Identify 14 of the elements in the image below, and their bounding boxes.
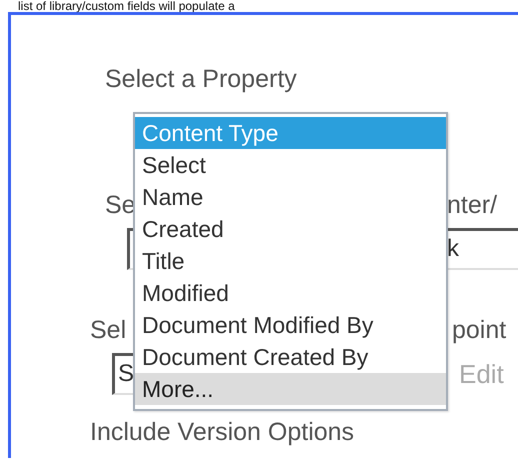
dropdown-option[interactable]: Modified [135, 277, 446, 309]
dropdown-option[interactable]: More... [135, 373, 446, 405]
field-label: nter/ [447, 190, 498, 221]
field-label: Se [105, 190, 136, 221]
dropdown-option[interactable]: Select [135, 149, 446, 181]
field-label: Sel [90, 315, 126, 346]
dropdown-option[interactable]: Created [135, 213, 446, 245]
dropdown-option[interactable]: Title [135, 245, 446, 277]
section-label: Include Version Options [90, 417, 356, 448]
dropdown-option[interactable]: Document Modified By [135, 309, 446, 341]
section-title: Select a Property [105, 64, 298, 95]
dropdown-option[interactable]: Name [135, 181, 446, 213]
field-label: point [452, 315, 506, 346]
dropdown-option[interactable]: Document Created By [135, 341, 446, 373]
